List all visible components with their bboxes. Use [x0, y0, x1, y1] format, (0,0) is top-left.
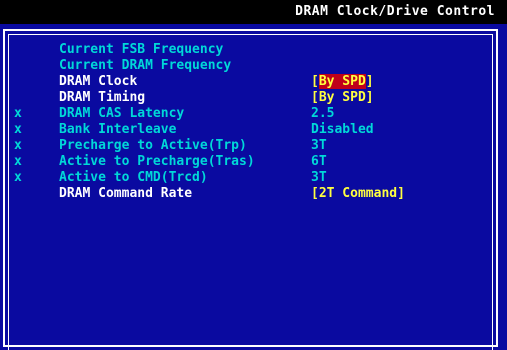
setting-row-dram-cas-latency: x DRAM CAS Latency 2.5 — [14, 106, 494, 122]
setting-value: Disabled — [311, 122, 374, 137]
title-bar: DRAM Clock/Drive Control — [0, 0, 507, 24]
setting-label: DRAM Timing — [59, 90, 146, 105]
setting-label: DRAM CAS Latency — [59, 106, 185, 121]
disabled-mark: x — [14, 106, 22, 121]
setting-row-dram-command-rate[interactable]: DRAM Command Rate [2T Command] — [14, 186, 494, 202]
setting-row-current-dram-frequency: Current DRAM Frequency — [14, 58, 494, 74]
bracket-close: ] — [365, 90, 374, 105]
value-text: 2T Command — [318, 186, 398, 201]
setting-label: Current FSB Frequency — [59, 42, 224, 57]
setting-value[interactable]: [By SPD] — [311, 90, 374, 106]
setting-label: Active to Precharge(Tras) — [59, 154, 255, 169]
bios-screen: DRAM Clock/Drive Control Current FSB Fre… — [0, 0, 507, 350]
bracket-open: [ — [311, 186, 319, 201]
value-text: By SPD — [318, 74, 366, 89]
setting-row-bank-interleave: x Bank Interleave Disabled — [14, 122, 494, 138]
setting-row-dram-clock[interactable]: DRAM Clock [By SPD] — [14, 74, 494, 90]
setting-value: 6T — [311, 154, 327, 169]
setting-label: Current DRAM Frequency — [59, 58, 232, 73]
bracket-open: [ — [311, 90, 319, 105]
disabled-mark: x — [14, 122, 22, 137]
value-text: By SPD — [318, 90, 366, 105]
setting-row-active-to-precharge: x Active to Precharge(Tras) 6T — [14, 154, 494, 170]
setting-label: DRAM Command Rate — [59, 186, 193, 201]
setting-row-dram-timing[interactable]: DRAM Timing [By SPD] — [14, 90, 494, 106]
bracket-close: ] — [397, 186, 405, 201]
setting-value: 3T — [311, 170, 327, 185]
setting-value: 3T — [311, 138, 327, 153]
setting-row-active-to-cmd: x Active to CMD(Trcd) 3T — [14, 170, 494, 186]
setting-row-current-fsb-frequency: Current FSB Frequency — [14, 42, 494, 58]
disabled-mark: x — [14, 138, 22, 153]
setting-label: Active to CMD(Trcd) — [59, 170, 208, 185]
setting-label: Precharge to Active(Trp) — [59, 138, 247, 153]
setting-label: Bank Interleave — [59, 122, 177, 137]
bracket-close: ] — [365, 74, 374, 89]
setting-value[interactable]: [2T Command] — [311, 186, 405, 202]
setting-row-precharge-to-active: x Precharge to Active(Trp) 3T — [14, 138, 494, 154]
page-title: DRAM Clock/Drive Control — [295, 4, 495, 19]
setting-label: DRAM Clock — [59, 74, 138, 89]
disabled-mark: x — [14, 170, 22, 185]
bracket-open: [ — [311, 74, 319, 89]
disabled-mark: x — [14, 154, 22, 169]
setting-value-selected[interactable]: [By SPD] — [311, 74, 374, 90]
setting-value: 2.5 — [311, 106, 335, 121]
